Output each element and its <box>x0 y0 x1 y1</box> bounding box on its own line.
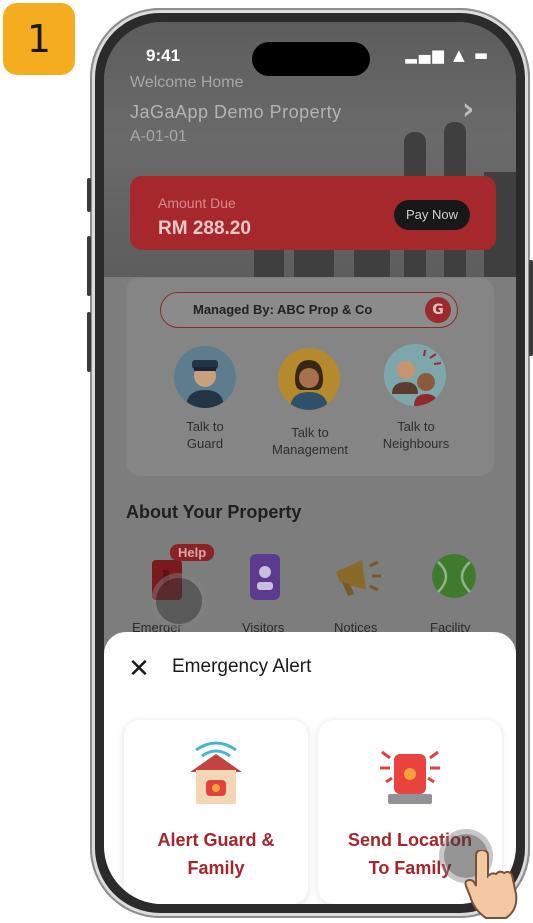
power-button <box>529 260 533 356</box>
dynamic-island <box>252 42 370 76</box>
contact-line: Management <box>272 442 348 457</box>
talk-to-neighbours-label: Talk to Neighbours <box>372 418 460 452</box>
talk-to-management-label: Talk to Management <box>262 424 358 458</box>
signal-wifi-battery-icon: ▂▄▆ ▲ ▬ <box>405 46 490 64</box>
visitor-badge-icon <box>250 554 280 600</box>
alert-guard-family-button[interactable]: Alert Guard & Family <box>124 720 308 904</box>
management-card: Managed By: ABC Prop & Co G Talk to Guar… <box>126 278 494 476</box>
amount-due-value: RM 288.20 <box>158 218 251 239</box>
amount-due-label: Amount Due <box>158 195 236 211</box>
sheet-title: Emergency Alert <box>172 656 312 677</box>
option-line: Family <box>187 858 245 878</box>
management-logo-icon: G <box>425 297 451 323</box>
management-avatar[interactable] <box>278 348 340 410</box>
status-time: 9:41 <box>146 46 181 65</box>
guard-icon <box>174 346 236 408</box>
guard-avatar[interactable] <box>174 346 236 408</box>
help-badge: Help <box>170 544 215 561</box>
volume-down-button <box>87 312 91 372</box>
property-name[interactable]: JaGaApp Demo Property <box>130 102 342 123</box>
close-icon[interactable]: ✕ <box>126 656 152 682</box>
siren-icon <box>380 750 440 804</box>
neighbours-avatar[interactable] <box>384 344 446 406</box>
notices-feature[interactable] <box>332 554 382 600</box>
option-line: Alert Guard & <box>157 830 275 850</box>
visitors-feature[interactable] <box>248 552 282 602</box>
pay-now-button[interactable]: Pay Now <box>393 200 470 230</box>
volume-up-button <box>87 236 91 296</box>
contact-line: Talk to <box>186 419 224 434</box>
about-your-property-title: About Your Property <box>126 502 302 522</box>
talk-to-guard-label: Talk to Guard <box>166 418 244 452</box>
pointing-hand-icon <box>464 850 518 919</box>
managed-by-pill: Managed By: ABC Prop & Co G <box>160 292 458 328</box>
contact-line: Talk to <box>291 425 329 440</box>
facility-feature[interactable] <box>430 552 478 600</box>
tap-indicator <box>156 578 202 624</box>
step-number-badge: 1 <box>3 3 75 75</box>
megaphone-icon <box>336 560 381 596</box>
manager-icon <box>278 348 340 410</box>
alert-guard-family-label: Alert Guard & Family <box>124 826 308 882</box>
contact-line: Neighbours <box>382 436 450 451</box>
chevron-right-icon[interactable]: › <box>462 92 474 127</box>
welcome-text: Welcome Home <box>130 74 244 91</box>
amount-due-card: Amount Due RM 288.20 Pay Now <box>130 176 496 250</box>
tennis-ball-icon <box>432 554 476 598</box>
phone-screen: 9:41 ▂▄▆ ▲ ▬ Welcome Home JaGaApp Demo P… <box>104 22 516 904</box>
action-button <box>87 178 91 212</box>
contact-line: Talk to <box>397 419 435 434</box>
neighbours-icon <box>384 344 446 406</box>
contact-line: Guard <box>186 436 224 451</box>
unit-number: A-01-01 <box>130 128 187 145</box>
managed-by-label: Managed By: ABC Prop & Co <box>193 302 373 317</box>
house-alarm-icon <box>190 741 242 804</box>
